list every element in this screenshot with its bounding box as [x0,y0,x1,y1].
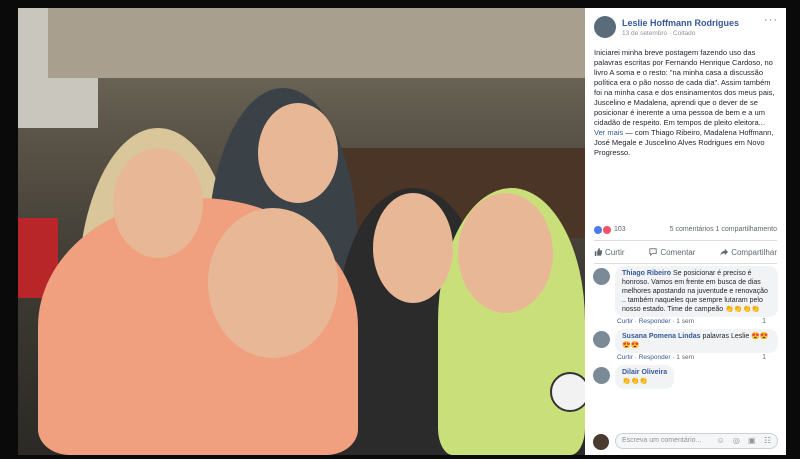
comment-actions: Curtir · Responder · 1 sem 1 [615,318,778,325]
post-photo[interactable] [18,8,585,455]
post-actions: Curtir Comentar Compartilhar [594,240,777,264]
comment-reply-link[interactable]: Responder [639,318,671,325]
comments-list: Thiago Ribeiro Se posicionar é preciso é… [585,266,786,393]
comment-like-link[interactable]: Curtir [617,318,633,325]
author-name[interactable]: Leslie Hoffmann Rodrigues [622,18,739,28]
comment-label: Comentar [660,247,696,257]
comment-time[interactable]: 1 sem [676,354,694,361]
meta-separator: · [668,30,672,37]
share-button[interactable]: Compartilhar [720,248,777,257]
commenter-name[interactable]: Susana Pomena Lindas [622,333,701,340]
photo-face [458,193,553,313]
reactions-count: 103 [614,226,626,233]
current-user-avatar [593,434,609,450]
comment-item: Thiago Ribeiro Se posicionar é preciso é… [585,266,786,325]
share-label: Compartilhar [731,247,777,257]
comment-bubble: Dilair Oliveira 👏👏👏 [615,365,675,389]
photo-roof [48,8,585,78]
comment-actions: Curtir · Responder · 1 sem 1 [615,354,778,361]
post-side-panel: Leslie Hoffmann Rodrigues 13 de setembro… [585,8,786,455]
comment-reply-link[interactable]: Responder [639,354,671,361]
comment-bubble: Thiago Ribeiro Se posicionar é preciso é… [615,266,778,317]
comment-item: Susana Pomena Lindas palavras Leslie 😍😍😍… [585,329,786,361]
post-stats: 103 5 comentários 1 compartilhamento [594,226,777,238]
post-header: Leslie Hoffmann Rodrigues 13 de setembro… [585,8,786,42]
commenter-avatar[interactable] [593,268,610,285]
post-body: Iniciarei minha breve postagem fazendo u… [594,48,775,127]
post-meta: 13 de setembro · Coltado [622,30,695,37]
comment-like-link[interactable]: Curtir [617,354,633,361]
campaign-badge [550,372,585,412]
comment-button[interactable]: Comentar [649,248,695,257]
comment-composer: Escreva um comentário... ☺ ◎ ▣ ☷ [585,432,786,452]
comments-shares-count[interactable]: 5 comentários 1 compartilhamento [670,226,777,233]
comment-action-sep: · [634,318,637,325]
post-text: Iniciarei minha breve postagem fazendo u… [585,42,786,158]
post-privacy[interactable]: Coltado [673,30,695,37]
see-more-link[interactable]: Ver mais [594,128,623,137]
share-icon [720,248,729,256]
comment-reaction-count[interactable]: 1 [762,354,766,361]
comment-action-sep: · [634,354,637,361]
love-reaction-icon [603,226,611,234]
author-avatar[interactable] [594,16,616,38]
like-button[interactable]: Curtir [594,248,625,257]
photo-face [258,103,338,203]
comment-action-sep: · [672,354,675,361]
commenter-name[interactable]: Dilair Oliveira [622,369,667,376]
comment-bubble: Susana Pomena Lindas palavras Leslie 😍😍😍… [615,329,778,353]
more-options-icon[interactable]: ··· [764,14,778,26]
thumbs-up-icon [594,248,602,256]
reactions-summary[interactable]: 103 [594,226,626,234]
comment-time[interactable]: 1 sem [676,318,694,325]
comment-item: Dilair Oliveira 👏👏👏 [585,365,786,389]
comment-icon [649,248,657,256]
post-date[interactable]: 13 de setembro [622,30,667,37]
photo-face [373,193,453,303]
like-label: Curtir [605,247,625,257]
composer-icons[interactable]: ☺ ◎ ▣ ☷ [716,436,774,445]
comment-text: 👏👏👏 [622,378,649,385]
photo-face [208,208,338,358]
comment-reaction-count[interactable]: 1 [762,318,766,325]
like-reaction-icon [594,226,602,234]
commenter-avatar[interactable] [593,367,610,384]
commenter-avatar[interactable] [593,331,610,348]
photo-face [113,148,203,258]
commenter-name[interactable]: Thiago Ribeiro [622,270,671,277]
comment-action-sep: · [672,318,675,325]
